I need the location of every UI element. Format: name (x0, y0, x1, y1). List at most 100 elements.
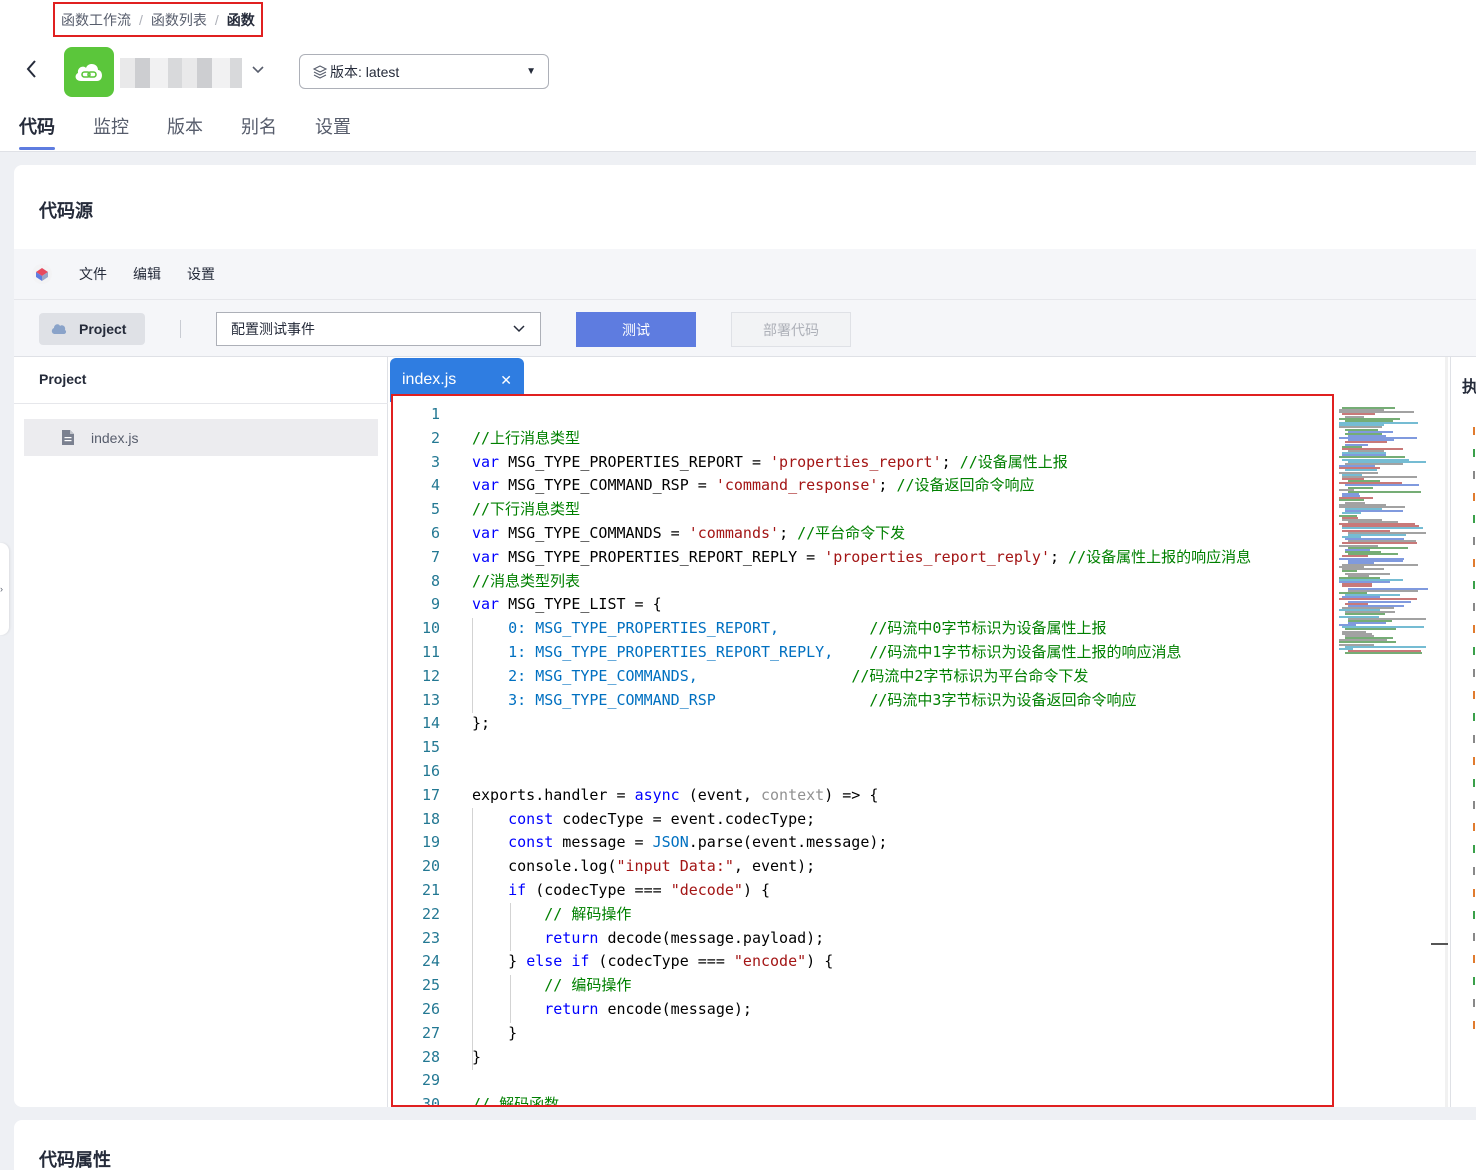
code-line[interactable]: 15 (393, 736, 1332, 760)
panel-mark (1473, 977, 1475, 985)
code-line[interactable]: 30 // 解码函数 (393, 1093, 1332, 1105)
code-line[interactable]: 26 return encode(message); (393, 998, 1332, 1022)
test-button[interactable]: 测试 (576, 312, 696, 347)
code-token: } (472, 1047, 482, 1066)
deploy-code-button[interactable]: 部署代码 (731, 312, 851, 347)
code-token: var (472, 452, 500, 471)
line-text: console.log("input Data:", event); (472, 855, 815, 879)
line-number: 24 (421, 952, 440, 971)
tab-settings[interactable]: 设置 (296, 112, 370, 152)
code-line[interactable]: 16 (393, 760, 1332, 784)
code-line[interactable]: 22 // 解码操作 (393, 903, 1332, 927)
close-icon[interactable]: ✕ (500, 372, 512, 389)
code-line[interactable]: 4 var MSG_TYPE_COMMAND_RSP = 'command_res… (393, 474, 1332, 498)
version-select-value: 版本: latest (330, 63, 400, 80)
panel-mark (1473, 625, 1475, 633)
code-line[interactable]: 29 (393, 1069, 1332, 1093)
code-line[interactable]: 9 var MSG_TYPE_LIST = { (393, 593, 1332, 617)
code-line[interactable]: 13 3: MSG_TYPE_COMMAND_RSP //码流中3字节标识为设备… (393, 689, 1332, 713)
panel-mark (1473, 933, 1475, 941)
code-token: ; (1049, 547, 1069, 566)
function-switch-button[interactable] (251, 60, 267, 80)
tab-aliases[interactable]: 别名 (222, 112, 296, 152)
code-line[interactable]: 19 const message = JSON.parse(event.mess… (393, 831, 1332, 855)
tab-code[interactable]: 代码 (0, 112, 74, 152)
code-line[interactable]: 6 var MSG_TYPE_COMMANDS = 'commands'; //平… (393, 522, 1332, 546)
caret-down-icon: ▼ (526, 66, 536, 77)
code-token: //码流中1字节标识为设备属性上报的响应消息 (869, 642, 1182, 661)
line-text: exports.handler = async (event, context)… (472, 784, 878, 808)
panel-mark (1473, 669, 1475, 677)
code-line[interactable]: 20 console.log("input Data:", event); (393, 855, 1332, 879)
test-event-select[interactable]: 配置测试事件 (216, 312, 541, 346)
back-button[interactable] (24, 58, 46, 82)
panel-mark (1473, 647, 1475, 655)
panel-mark (1473, 471, 1475, 479)
tab-monitor[interactable]: 监控 (74, 112, 148, 152)
line-text: var MSG_TYPE_PROPERTIES_REPORT_REPLY = '… (472, 546, 1251, 570)
tab-versions[interactable]: 版本 (148, 112, 222, 152)
code-line[interactable]: 12 2: MSG_TYPE_COMMANDS, //码流中2字节标识为平台命令… (393, 665, 1332, 689)
editor-scroll-thumb[interactable] (1431, 943, 1448, 945)
code-line[interactable]: 17 exports.handler = async (event, contex… (393, 784, 1332, 808)
code-token: //下行消息类型 (472, 500, 581, 519)
code-token: return (544, 928, 599, 947)
code-line[interactable]: 2 //上行消息类型 (393, 427, 1332, 451)
code-token: context (761, 785, 825, 804)
code-line[interactable]: 8 //消息类型列表 (393, 570, 1332, 594)
code-token: exports.handler = (472, 785, 635, 804)
code-token: encode(message); (598, 999, 752, 1018)
toolbar-divider (180, 320, 181, 338)
panel-mark (1473, 427, 1475, 435)
panel-mark (1473, 779, 1475, 787)
code-line[interactable]: 21 if (codecType === "decode") { (393, 879, 1332, 903)
code-line[interactable]: 23 return decode(message.payload); (393, 927, 1332, 951)
code-line[interactable]: 24 } else if (codecType === "encode") { (393, 950, 1332, 974)
panel-mark (1473, 757, 1475, 765)
menu-edit[interactable]: 编辑 (133, 264, 161, 284)
code-line[interactable]: 27 } (393, 1022, 1332, 1046)
code-line[interactable]: 18 const codecType = event.codecType; (393, 808, 1332, 832)
code-line[interactable]: 28} (393, 1046, 1332, 1070)
editor-scrollbar[interactable] (1445, 357, 1448, 1107)
code-token: var (472, 476, 500, 495)
code-token: (codecType === (589, 952, 734, 971)
project-button[interactable]: Project (39, 313, 145, 345)
layers-icon (312, 64, 328, 79)
code-line[interactable]: 1 (393, 403, 1332, 427)
file-item-index-js[interactable]: index.js (24, 419, 378, 456)
version-select[interactable]: 版本: latest ▼ (299, 54, 549, 89)
code-line[interactable]: 3 var MSG_TYPE_PROPERTIES_REPORT = 'prope… (393, 451, 1332, 475)
code-token: "encode" (733, 952, 807, 971)
collapse-handle[interactable]: › (0, 543, 9, 635)
code-token: //设备属性上报的响应消息 (1068, 547, 1252, 566)
line-text: var MSG_TYPE_COMMANDS = 'commands'; //平台… (472, 522, 905, 546)
explorer-divider (14, 403, 388, 404)
code-line[interactable]: 14}; (393, 712, 1332, 736)
code-line[interactable]: 5 //下行消息类型 (393, 498, 1332, 522)
code-editor[interactable]: 1 2//上行消息类型 3 var MSG_TYPE_PROPERTIES_REPOR… (391, 394, 1334, 1107)
code-line[interactable]: 25 // 编码操作 (393, 974, 1332, 998)
line-number: 25 (421, 976, 440, 995)
code-token: if (508, 880, 527, 899)
code-token: //设备返回命令响应 (896, 476, 1035, 495)
code-token: 'commands' (688, 523, 780, 542)
panel-mark (1473, 581, 1475, 589)
menu-file[interactable]: 文件 (79, 264, 107, 284)
code-line[interactable]: 11 1: MSG_TYPE_PROPERTIES_REPORT_REPLY, … (393, 641, 1332, 665)
project-explorer: Project index.js (14, 357, 388, 1107)
code-token: ; (941, 452, 960, 471)
code-token: codecType = event.codecType; (553, 809, 816, 828)
breadcrumb-item-workflow[interactable]: 函数工作流 (61, 10, 131, 30)
menu-settings[interactable]: 设置 (187, 264, 215, 284)
breadcrumb-item-function-list[interactable]: 函数列表 (151, 10, 207, 30)
code-token: ) { (806, 952, 834, 971)
code-line[interactable]: 10 0: MSG_TYPE_PROPERTIES_REPORT, //码流中0… (393, 617, 1332, 641)
code-minimap[interactable] (1337, 397, 1433, 1097)
code-line[interactable]: 7 var MSG_TYPE_PROPERTIES_REPORT_REPLY = … (393, 546, 1332, 570)
